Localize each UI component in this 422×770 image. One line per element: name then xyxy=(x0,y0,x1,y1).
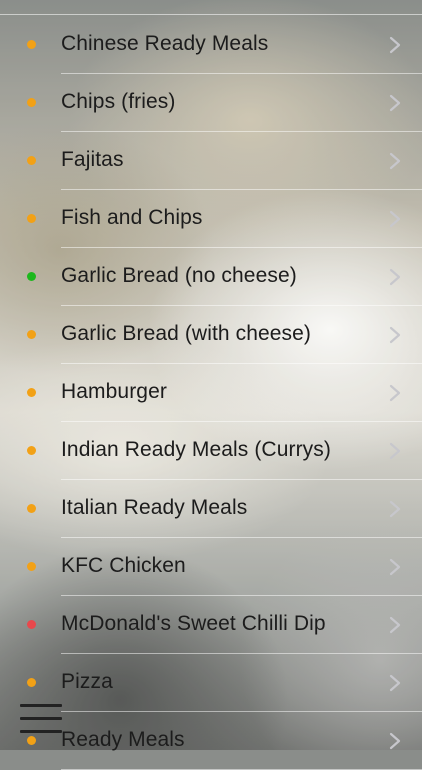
list-item-label: Garlic Bread (with cheese) xyxy=(61,322,312,345)
list-item-label: Fajitas xyxy=(61,148,124,171)
status-dot xyxy=(27,736,36,745)
status-dot xyxy=(27,272,36,281)
list-item[interactable]: Chinese Ready Meals xyxy=(0,16,422,74)
chevron-right-icon xyxy=(389,210,401,228)
list-item-label: Italian Ready Meals xyxy=(61,496,248,519)
list-item-label: Chips (fries) xyxy=(61,90,176,113)
list-item[interactable]: Italian Ready Meals xyxy=(0,480,422,538)
status-dot xyxy=(27,562,36,571)
list-item-label: Ready Meals xyxy=(61,728,185,751)
status-dot xyxy=(27,388,36,397)
hamburger-menu-icon[interactable] xyxy=(20,704,62,734)
chevron-right-icon xyxy=(389,36,401,54)
list-item[interactable]: Garlic Bread (with cheese) xyxy=(0,306,422,364)
status-dot xyxy=(27,446,36,455)
chevron-right-icon xyxy=(389,500,401,518)
status-dot xyxy=(27,504,36,513)
chevron-right-icon xyxy=(389,268,401,286)
status-dot xyxy=(27,40,36,49)
chevron-right-icon xyxy=(389,616,401,634)
status-dot xyxy=(27,214,36,223)
list-item[interactable]: Garlic Bread (no cheese) xyxy=(0,248,422,306)
list-item[interactable]: Ready Meals xyxy=(0,712,422,770)
list-item[interactable]: McDonald's Sweet Chilli Dip xyxy=(0,596,422,654)
list-item[interactable]: Hamburger xyxy=(0,364,422,422)
chevron-right-icon xyxy=(389,152,401,170)
chevron-right-icon xyxy=(389,94,401,112)
chevron-right-icon xyxy=(389,558,401,576)
food-list: Chinese Ready Meals Chips (fries) Fajita… xyxy=(0,16,422,770)
status-dot xyxy=(27,156,36,165)
list-item[interactable]: Indian Ready Meals (Currys) xyxy=(0,422,422,480)
chevron-right-icon xyxy=(389,674,401,692)
list-item-label: Chinese Ready Meals xyxy=(61,32,269,55)
top-separator xyxy=(0,14,422,15)
list-item[interactable]: KFC Chicken xyxy=(0,538,422,596)
list-item[interactable]: Fajitas xyxy=(0,132,422,190)
status-dot xyxy=(27,98,36,107)
chevron-right-icon xyxy=(389,326,401,344)
list-item-label: McDonald's Sweet Chilli Dip xyxy=(61,612,326,635)
list-item-label: Hamburger xyxy=(61,380,167,403)
list-item[interactable]: Fish and Chips xyxy=(0,190,422,248)
chevron-right-icon xyxy=(389,384,401,402)
chevron-right-icon xyxy=(389,732,401,750)
list-item-label: Garlic Bread (no cheese) xyxy=(61,264,297,287)
list-item[interactable]: Pizza xyxy=(0,654,422,712)
status-dot xyxy=(27,330,36,339)
list-item-label: KFC Chicken xyxy=(61,554,186,577)
list-item[interactable]: Chips (fries) xyxy=(0,74,422,132)
chevron-right-icon xyxy=(389,442,401,460)
status-dot xyxy=(27,620,36,629)
status-dot xyxy=(27,678,36,687)
list-item-label: Pizza xyxy=(61,670,113,693)
list-item-label: Indian Ready Meals (Currys) xyxy=(61,438,331,461)
list-item-label: Fish and Chips xyxy=(61,206,203,229)
